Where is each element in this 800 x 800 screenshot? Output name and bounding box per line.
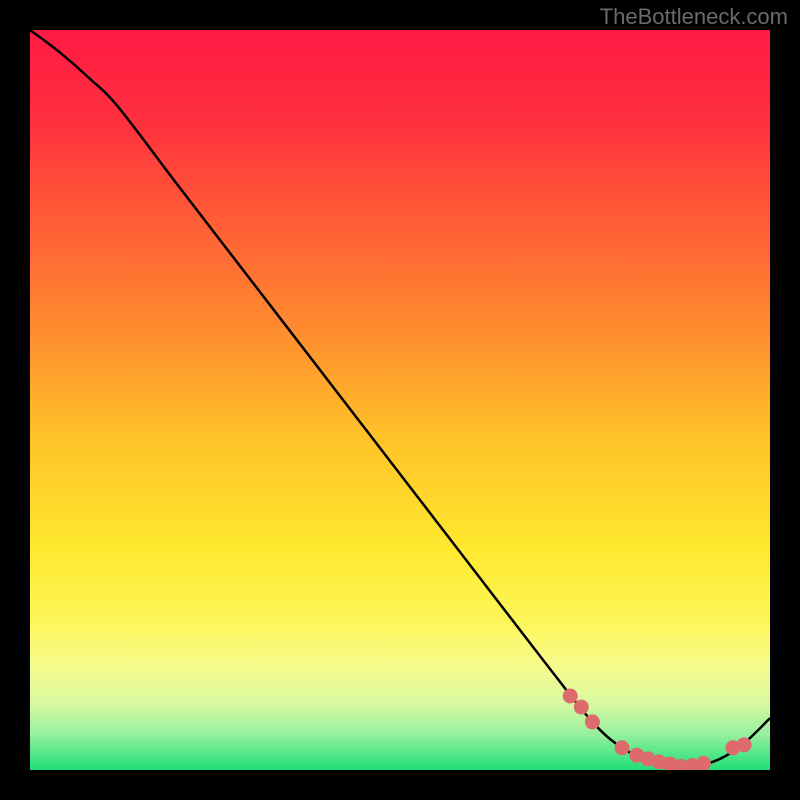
watermark-text: TheBottleneck.com: [600, 4, 788, 30]
chart-background-gradient: [30, 30, 770, 770]
chart-plot-area: [30, 30, 770, 770]
